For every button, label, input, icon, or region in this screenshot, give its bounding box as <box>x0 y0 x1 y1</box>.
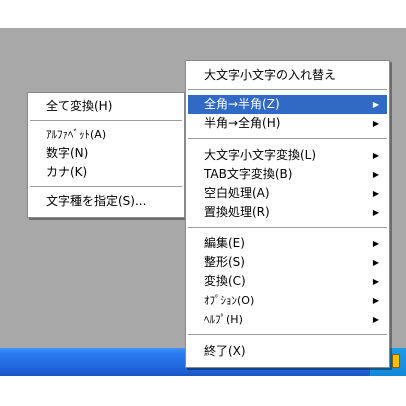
chevron-right-icon: ▶ <box>372 151 379 160</box>
menu-item-label: ｵﾌﾟｼｮﾝ(O) <box>204 294 255 307</box>
menu-item-format[interactable]: 整形(S) ▶ <box>188 253 387 272</box>
menu-item-label: 編集(E) <box>204 236 245 250</box>
menu-item-label: 置換処理(R) <box>204 205 270 219</box>
menu-item-label: TAB文字変換(B) <box>204 167 293 181</box>
menu-item-hankaku-to-zenkaku[interactable]: 半角→全角(H) ▶ <box>188 114 387 133</box>
chevron-right-icon: ▶ <box>372 258 379 267</box>
submenu-item-alphabet[interactable]: ｱﾙﾌｧﾍﾞｯﾄ(A) <box>30 125 182 144</box>
submenu-item-label: 全て変換(H) <box>46 99 113 113</box>
menu-separator <box>188 89 387 91</box>
menu-separator <box>30 120 182 122</box>
menu-item-label: 変換(C) <box>204 274 246 288</box>
menu-item-label: 空白処理(A) <box>204 186 270 200</box>
submenu-item-label: 数字(N) <box>46 146 89 160</box>
menu-item-label: 全角→半角(Z) <box>204 97 280 111</box>
menu-item-label: 大文字小文字変換(L) <box>204 148 317 162</box>
menu-item-edit[interactable]: 編集(E) ▶ <box>188 234 387 253</box>
chevron-right-icon: ▶ <box>372 315 379 324</box>
submenu-item-label: カナ(K) <box>46 165 88 179</box>
submenu-item-label: ｱﾙﾌｧﾍﾞｯﾄ(A) <box>46 128 107 141</box>
menu-item-tab-convert[interactable]: TAB文字変換(B) ▶ <box>188 165 387 184</box>
tray-notify-icon[interactable] <box>392 354 400 368</box>
menu-item-label: 大文字小文字の入れ替え <box>204 68 337 82</box>
submenu-zenkaku-to-hankaku: 全て変換(H) ｱﾙﾌｧﾍﾞｯﾄ(A) 数字(N) カナ(K) 文字種を指定(S… <box>27 92 185 218</box>
chevron-right-icon: ▶ <box>372 170 379 179</box>
menu-item-convert[interactable]: 変換(C) ▶ <box>188 272 387 291</box>
menu-item-label: ﾍﾙﾌﾟ(H) <box>204 313 243 326</box>
menu-item-help[interactable]: ﾍﾙﾌﾟ(H) ▶ <box>188 310 387 329</box>
submenu-item-specify-type[interactable]: 文字種を指定(S)... <box>30 192 182 211</box>
menu-item-case-convert[interactable]: 大文字小文字変換(L) ▶ <box>188 146 387 165</box>
chevron-right-icon: ▶ <box>372 239 379 248</box>
menu-separator <box>188 138 387 140</box>
menu-separator <box>188 334 387 336</box>
menu-item-exit[interactable]: 終了(X) <box>188 342 387 361</box>
menu-separator <box>30 186 182 188</box>
chevron-right-icon: ▶ <box>372 100 379 109</box>
chevron-right-icon: ▶ <box>372 189 379 198</box>
menu-separator <box>188 227 387 229</box>
menu-item-whitespace[interactable]: 空白処理(A) ▶ <box>188 184 387 203</box>
submenu-item-kana[interactable]: カナ(K) <box>30 163 182 182</box>
menu-item-label: 終了(X) <box>204 344 246 358</box>
chevron-right-icon: ▶ <box>372 277 379 286</box>
menu-item-label: 整形(S) <box>204 255 245 269</box>
submenu-item-label: 文字種を指定(S)... <box>46 194 147 208</box>
menu-item-options[interactable]: ｵﾌﾟｼｮﾝ(O) ▶ <box>188 291 387 310</box>
menu-item-zenkaku-to-hankaku[interactable]: 全角→半角(Z) ▶ <box>188 95 387 114</box>
context-menu-main: 大文字小文字の入れ替え 全角→半角(Z) ▶ 半角→全角(H) ▶ 大文字小文字… <box>185 60 390 368</box>
menu-item-replace[interactable]: 置換処理(R) ▶ <box>188 203 387 222</box>
menu-item-swap-case[interactable]: 大文字小文字の入れ替え <box>188 66 387 85</box>
menu-item-label: 半角→全角(H) <box>204 116 281 130</box>
chevron-right-icon: ▶ <box>372 208 379 217</box>
chevron-right-icon: ▶ <box>372 119 379 128</box>
submenu-item-numbers[interactable]: 数字(N) <box>30 144 182 163</box>
submenu-item-convert-all[interactable]: 全て変換(H) <box>30 97 182 116</box>
chevron-right-icon: ▶ <box>372 296 379 305</box>
